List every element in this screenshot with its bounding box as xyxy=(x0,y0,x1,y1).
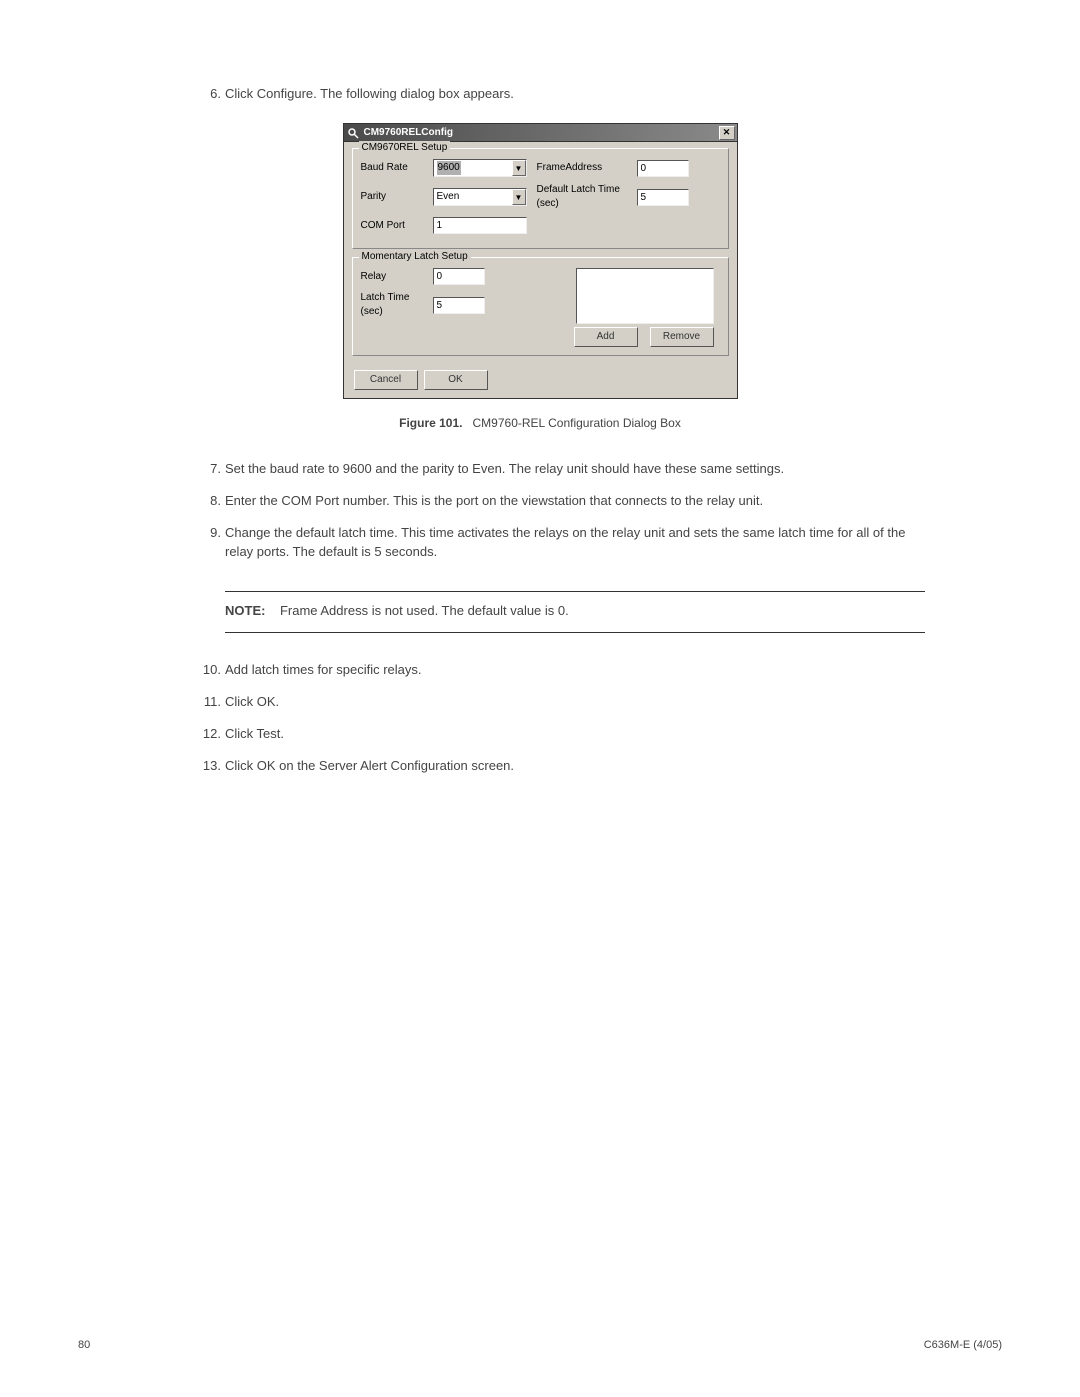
com-port-input[interactable] xyxy=(433,217,527,234)
note-prefix: NOTE: xyxy=(225,603,265,618)
remove-button[interactable]: Remove xyxy=(650,327,714,347)
parity-select[interactable]: Even ▼ xyxy=(433,188,527,206)
step-number: 7. xyxy=(197,460,221,478)
step-number: 8. xyxy=(197,492,221,510)
step-12: 12. Click Test. xyxy=(197,725,925,743)
cancel-button[interactable]: Cancel xyxy=(354,370,418,390)
step-number: 10. xyxy=(197,661,221,679)
step-6: 6. Click Configure. The following dialog… xyxy=(197,85,925,103)
step-number: 6. xyxy=(197,85,221,103)
horizontal-rule xyxy=(225,591,925,592)
step-text: Click OK. xyxy=(225,694,279,709)
close-button[interactable]: ✕ xyxy=(719,126,735,140)
momentary-latch-legend: Momentary Latch Setup xyxy=(359,250,471,264)
step-11: 11. Click OK. xyxy=(197,693,925,711)
baud-rate-select[interactable]: 9600 ▼ xyxy=(433,159,527,177)
step-10: 10. Add latch times for specific relays. xyxy=(197,661,925,679)
baud-rate-value: 9600 xyxy=(437,161,461,175)
note-text: Frame Address is not used. The default v… xyxy=(280,603,569,618)
parity-value: Even xyxy=(437,190,512,204)
add-button[interactable]: Add xyxy=(574,327,638,347)
figure-number: Figure 101. xyxy=(399,416,462,430)
baud-rate-label: Baud Rate xyxy=(361,161,433,175)
parity-label: Parity xyxy=(361,190,433,204)
step-text: Enter the COM Port number. This is the p… xyxy=(225,493,763,508)
step-text: Add latch times for specific relays. xyxy=(225,662,422,677)
step-13: 13. Click OK on the Server Alert Configu… xyxy=(197,757,925,775)
horizontal-rule xyxy=(225,632,925,633)
step-number: 12. xyxy=(197,725,221,743)
latch-time-label: Latch Time (sec) xyxy=(361,291,433,319)
ok-button[interactable]: OK xyxy=(424,370,488,390)
step-9: 9. Change the default latch time. This t… xyxy=(197,524,925,560)
setup-legend: CM9670REL Setup xyxy=(359,141,451,155)
step-text: Click Configure. The following dialog bo… xyxy=(225,86,514,101)
titlebar: CM9760RELConfig ✕ xyxy=(344,124,737,142)
figure-caption: Figure 101. CM9760-REL Configuration Dia… xyxy=(343,415,738,432)
close-icon: ✕ xyxy=(723,126,731,139)
note-line: NOTE: Frame Address is not used. The def… xyxy=(225,602,925,620)
com-port-label: COM Port xyxy=(361,219,433,233)
frame-address-input[interactable] xyxy=(637,160,689,177)
step-text: Click OK on the Server Alert Configurati… xyxy=(225,758,514,773)
relay-input[interactable] xyxy=(433,268,485,285)
step-8: 8. Enter the COM Port number. This is th… xyxy=(197,492,925,510)
step-text: Click Test. xyxy=(225,726,284,741)
config-dialog: CM9760RELConfig ✕ CM9670REL Setup Baud R… xyxy=(343,123,738,399)
relay-listbox[interactable] xyxy=(576,268,714,324)
relay-label: Relay xyxy=(361,270,433,284)
default-latch-input[interactable] xyxy=(637,189,689,206)
default-latch-label: Default Latch Time (sec) xyxy=(533,183,637,211)
dialog-screenshot: CM9760RELConfig ✕ CM9670REL Setup Baud R… xyxy=(343,123,738,432)
doc-code: C636M-E (4/05) xyxy=(924,1338,1002,1353)
setup-group: CM9670REL Setup Baud Rate 9600 ▼ FrameAd… xyxy=(352,148,729,249)
chevron-down-icon: ▼ xyxy=(512,189,526,205)
step-number: 9. xyxy=(197,524,221,542)
page-footer: 80 C636M-E (4/05) xyxy=(78,1338,1002,1353)
momentary-latch-group: Momentary Latch Setup Relay Latch Time (… xyxy=(352,257,729,356)
dialog-title: CM9760RELConfig xyxy=(364,126,719,140)
step-text: Change the default latch time. This time… xyxy=(225,525,905,558)
frame-address-label: FrameAddress xyxy=(533,161,637,175)
figure-text: CM9760-REL Configuration Dialog Box xyxy=(473,416,681,430)
step-7: 7. Set the baud rate to 9600 and the par… xyxy=(197,460,925,478)
chevron-down-icon: ▼ xyxy=(512,160,526,176)
latch-time-input[interactable] xyxy=(433,297,485,314)
page-number: 80 xyxy=(78,1338,90,1353)
step-number: 11. xyxy=(197,693,221,711)
step-text: Set the baud rate to 9600 and the parity… xyxy=(225,461,784,476)
app-icon xyxy=(346,126,360,140)
step-number: 13. xyxy=(197,757,221,775)
